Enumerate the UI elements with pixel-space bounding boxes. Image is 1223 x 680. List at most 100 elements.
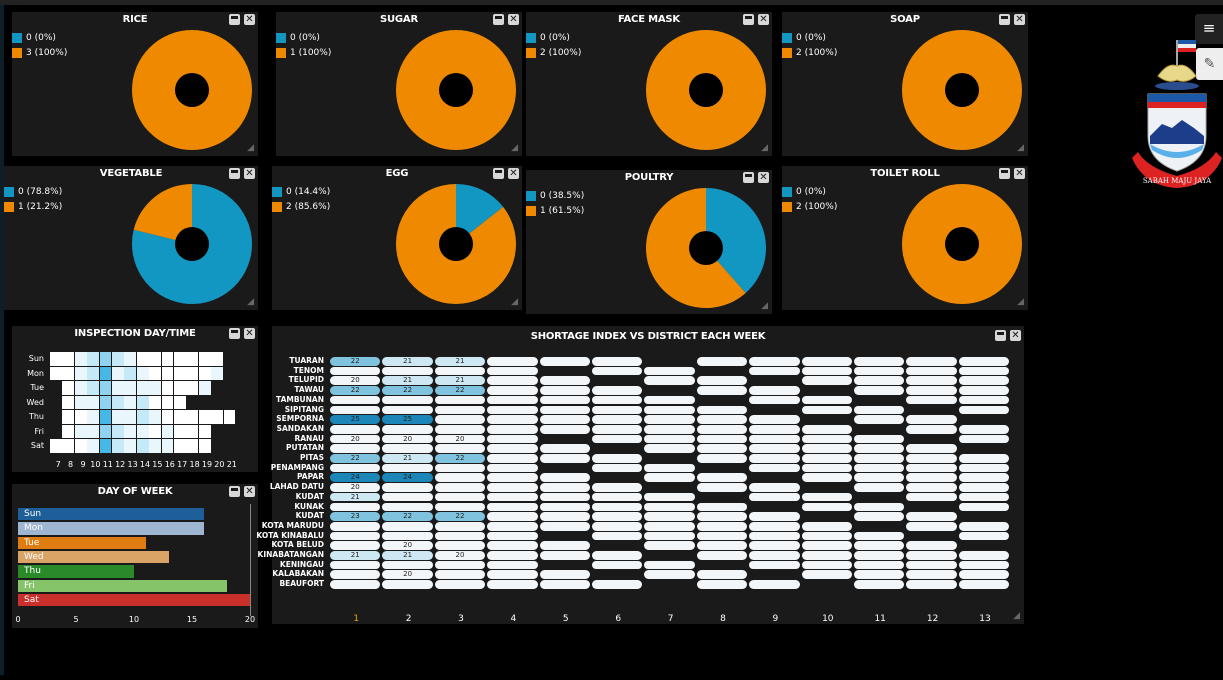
close-button[interactable]: ✕ bbox=[758, 172, 769, 183]
shortage-cell bbox=[592, 463, 643, 473]
shortage-cell: 22 bbox=[330, 386, 381, 395]
shortage-value: 20 bbox=[350, 483, 360, 492]
shortage-cell bbox=[434, 492, 486, 502]
legend-swatch-orange bbox=[276, 47, 286, 58]
minimize-button[interactable] bbox=[999, 168, 1010, 179]
minimize-button[interactable] bbox=[743, 172, 754, 183]
heatmap-day-label: Sun bbox=[28, 354, 44, 363]
minimize-button[interactable] bbox=[229, 14, 240, 25]
shortage-cell bbox=[487, 463, 538, 473]
heatmap-cell bbox=[174, 439, 186, 453]
pie-panel-facemask: FACE MASK ✕ ◢ 0 (0%) 2 (100%) bbox=[526, 12, 772, 156]
donut-hole bbox=[439, 227, 473, 261]
close-button[interactable]: ✕ bbox=[758, 14, 769, 25]
donut-chart bbox=[396, 184, 516, 304]
shortage-cell bbox=[854, 366, 905, 376]
minimize-button[interactable] bbox=[493, 168, 504, 179]
shortage-cell: 24 bbox=[382, 473, 433, 483]
shortage-cell bbox=[487, 541, 538, 550]
shortage-cell bbox=[644, 376, 695, 386]
minimize-button[interactable] bbox=[229, 486, 240, 497]
minimize-button[interactable] bbox=[999, 14, 1010, 25]
bar-label: Wed bbox=[24, 551, 44, 562]
shortage-cell bbox=[801, 366, 852, 376]
close-button[interactable]: ✕ bbox=[508, 168, 519, 179]
shortage-cell bbox=[487, 444, 538, 453]
shortage-cell bbox=[592, 502, 643, 512]
heatmap-cell bbox=[174, 381, 186, 395]
heatmap-cell bbox=[174, 424, 186, 439]
close-button[interactable]: ✕ bbox=[244, 14, 255, 25]
heatmap-cell bbox=[124, 439, 137, 453]
close-button[interactable]: ✕ bbox=[1014, 14, 1025, 25]
shortage-cell bbox=[330, 463, 381, 473]
donut-hole bbox=[689, 73, 723, 107]
heatmap-cell bbox=[149, 366, 161, 381]
close-button[interactable]: ✕ bbox=[508, 14, 519, 25]
shortage-cell bbox=[749, 454, 800, 463]
shortage-cell bbox=[487, 386, 538, 395]
pie-legend: 0 (14.4%) 2 (85.6%) bbox=[272, 184, 330, 214]
close-button[interactable]: ✕ bbox=[244, 168, 255, 179]
close-button[interactable]: ✕ bbox=[1014, 168, 1025, 179]
heatmap-cell bbox=[74, 410, 87, 424]
close-button[interactable]: ✕ bbox=[1010, 330, 1021, 341]
shortage-cell bbox=[696, 570, 748, 580]
shortage-value: 20 bbox=[350, 434, 360, 443]
shortage-cell bbox=[592, 492, 643, 502]
shortage-cell bbox=[749, 531, 800, 541]
shortage-value: 22 bbox=[455, 454, 465, 462]
shortage-value: 22 bbox=[403, 386, 413, 395]
shortage-cell bbox=[644, 531, 695, 541]
shortage-cell bbox=[592, 560, 643, 570]
minimize-button[interactable] bbox=[995, 330, 1006, 341]
shortage-cell bbox=[382, 483, 433, 492]
shortage-cell bbox=[434, 541, 486, 550]
shortage-cell bbox=[801, 541, 852, 550]
shortage-cell bbox=[592, 521, 643, 531]
resize-handle[interactable]: ◢ bbox=[1013, 611, 1020, 621]
heatmap-cell bbox=[99, 352, 112, 366]
shortage-cell bbox=[434, 560, 486, 570]
shortage-cell bbox=[749, 444, 800, 453]
legend-swatch-blue bbox=[12, 32, 22, 43]
shortage-cell bbox=[644, 415, 695, 424]
shortage-cell bbox=[696, 521, 748, 531]
heatmap-hour-label: 17 bbox=[177, 459, 188, 469]
x-tick-label: 5 bbox=[73, 615, 79, 624]
legend-item: 0 (0%) bbox=[526, 30, 581, 45]
minimize-button[interactable] bbox=[229, 168, 240, 179]
shortage-cell bbox=[958, 560, 1010, 570]
shortage-cell bbox=[434, 483, 486, 492]
shortage-cell: 21 bbox=[330, 492, 381, 502]
heatmap-cell bbox=[50, 352, 62, 366]
heatmap-cell bbox=[186, 366, 199, 381]
heatmap-cell bbox=[112, 424, 124, 439]
shortage-cell: 20 bbox=[434, 551, 486, 560]
shortage-cell bbox=[330, 570, 381, 580]
shortage-cell bbox=[592, 415, 643, 424]
legend-item: 1 (61.5%) bbox=[526, 203, 584, 218]
top-bar bbox=[0, 0, 1223, 5]
close-button[interactable]: ✕ bbox=[244, 328, 255, 339]
pie-legend: 0 (0%) 2 (100%) bbox=[526, 30, 581, 60]
legend-item: 0 (0%) bbox=[276, 30, 331, 45]
shortage-cell bbox=[644, 444, 695, 453]
shortage-cell bbox=[539, 551, 590, 560]
shortage-value: 21 bbox=[403, 551, 413, 559]
minimize-button[interactable] bbox=[493, 14, 504, 25]
shortage-cell bbox=[487, 570, 538, 580]
legend-item: 2 (85.6%) bbox=[272, 199, 330, 214]
shortage-cell bbox=[801, 502, 852, 512]
shortage-cell bbox=[906, 463, 957, 473]
donut-hole bbox=[689, 231, 723, 265]
pie-legend: 0 (0%) 2 (100%) bbox=[782, 184, 837, 214]
panel-title: EGG bbox=[385, 168, 409, 179]
heatmap-cell bbox=[112, 352, 124, 366]
shortage-cell bbox=[539, 541, 590, 550]
minimize-button[interactable] bbox=[743, 14, 754, 25]
shortage-cell: 22 bbox=[382, 386, 433, 395]
minimize-button[interactable] bbox=[229, 328, 240, 339]
shortage-value: 20 bbox=[455, 434, 465, 443]
shortage-cell bbox=[958, 473, 1010, 483]
